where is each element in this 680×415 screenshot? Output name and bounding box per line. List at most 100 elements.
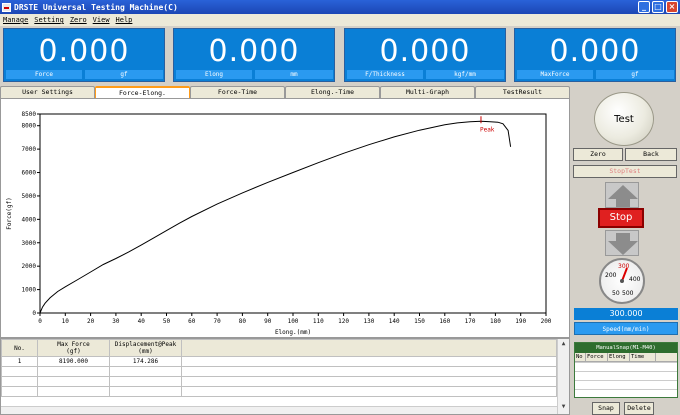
x-tick-label: 90: [264, 318, 272, 325]
table-row[interactable]: 1 8190.000 174.286: [1, 356, 557, 367]
elong-readout: 0.000 Elong mm: [173, 28, 335, 82]
y-tick-label: 7000: [22, 146, 37, 153]
maxforce-value: 0.000: [549, 34, 641, 69]
peak-label: Peak: [480, 126, 495, 133]
y-tick-label: 8500: [22, 111, 37, 118]
y-tick-label: 5000: [22, 193, 37, 200]
vertical-scrollbar[interactable]: ▲ ▼: [557, 339, 569, 414]
manual-snap-panel: ManualSnap(M1-M40) No Force Elong Time: [574, 342, 678, 398]
maxforce-label: MaxForce: [517, 70, 593, 79]
snap-list[interactable]: [575, 362, 677, 397]
stoptest-button[interactable]: StopTest: [573, 165, 677, 178]
x-axis-label: Elong.(mm): [275, 329, 311, 336]
snap-title: ManualSnap(M1-M40): [575, 343, 677, 353]
delete-button[interactable]: Delete: [624, 402, 654, 415]
menu-setting[interactable]: Setting: [34, 16, 64, 24]
x-tick-label: 160: [439, 318, 450, 325]
close-button[interactable]: ×: [666, 1, 678, 13]
window-title: DRSTE Universal Testing Machine(C): [14, 2, 178, 12]
x-tick-label: 150: [414, 318, 425, 325]
scroll-down-icon[interactable]: ▼: [558, 402, 569, 412]
speed-gauge[interactable]: 200 300 400 50 500: [599, 258, 645, 304]
y-axis-label: Force(gf): [6, 197, 13, 230]
thickness-readout: 0.000 F/Thickness kgf/mm: [344, 28, 506, 82]
back-button[interactable]: Back: [625, 148, 677, 161]
thickness-unit: kgf/mm: [426, 70, 504, 79]
y-tick-label: 3000: [22, 240, 37, 247]
x-tick-label: 110: [313, 318, 324, 325]
title-bar: DRSTE Universal Testing Machine(C) _ □ ×: [0, 0, 680, 14]
arrow-down-icon: [608, 233, 638, 255]
horizontal-scrollbar[interactable]: [1, 406, 557, 414]
tab-elong-time[interactable]: Elong.-Time: [285, 86, 380, 98]
thickness-label: F/Thickness: [347, 70, 423, 79]
control-panel: Test Zero Back StopTest Stop 200 300 400…: [572, 86, 680, 415]
speed-value[interactable]: 300.000: [574, 308, 678, 320]
col-header-displacement: Displacement@Peak (mm): [109, 339, 182, 357]
x-tick-label: 10: [62, 318, 70, 325]
maximize-button[interactable]: □: [652, 1, 664, 13]
snap-header: No Force Elong Time: [575, 353, 677, 362]
tab-force-elong[interactable]: Force-Elong.: [95, 86, 190, 98]
elong-value: 0.000: [208, 34, 300, 69]
y-tick-label: 0: [32, 310, 36, 317]
col-header-no: No.: [1, 339, 38, 357]
force-unit: gf: [85, 70, 163, 79]
app-icon: [2, 2, 11, 12]
plot-frame: [39, 113, 547, 314]
x-tick-label: 70: [213, 318, 221, 325]
force-label: Force: [6, 70, 82, 79]
force-readout: 0.000 Force gf: [3, 28, 165, 82]
gauge-needle-icon: [620, 267, 628, 283]
x-tick-label: 140: [389, 318, 400, 325]
menu-view[interactable]: View: [93, 16, 110, 24]
elong-unit: mm: [255, 70, 333, 79]
tab-user-settings[interactable]: User Settings: [0, 86, 95, 98]
x-tick-label: 0: [38, 318, 42, 325]
x-tick-label: 170: [465, 318, 476, 325]
menu-bar: Manage Setting Zero View Help: [0, 14, 680, 26]
x-tick-label: 120: [338, 318, 349, 325]
x-tick-label: 190: [515, 318, 526, 325]
scroll-up-icon[interactable]: ▲: [558, 339, 569, 349]
arrow-up-icon: [608, 185, 638, 207]
force-value: 0.000: [38, 34, 130, 69]
stop-button[interactable]: Stop: [598, 208, 644, 228]
snap-button[interactable]: Snap: [592, 402, 620, 415]
cell-displacement: 174.286: [109, 356, 182, 367]
x-tick-label: 180: [490, 318, 501, 325]
x-tick-label: 50: [163, 318, 171, 325]
col-header-max-force: Max Force (gf): [37, 339, 110, 357]
y-tick-label: 2000: [22, 263, 37, 270]
force-elong-series-line: [39, 120, 512, 314]
tab-multi-graph[interactable]: Multi-Graph: [380, 86, 475, 98]
x-tick-label: 200: [541, 318, 552, 325]
minimize-button[interactable]: _: [638, 1, 650, 13]
y-tick-label: 6000: [22, 170, 37, 177]
test-button[interactable]: Test: [594, 92, 654, 146]
thickness-value: 0.000: [379, 34, 471, 69]
chart-panel: 0 1000 2000 3000 4000 5000 6000 7000 8000 8500 0 1…: [0, 98, 570, 338]
menu-help[interactable]: Help: [116, 16, 133, 24]
up-button[interactable]: [605, 182, 639, 208]
menu-zero[interactable]: Zero: [70, 16, 87, 24]
down-button[interactable]: [605, 230, 639, 256]
force-elong-chart: 0 1000 2000 3000 4000 5000 6000 7000 8000 8500 0 1…: [6, 111, 552, 336]
elong-label: Elong: [176, 70, 252, 79]
cell-no: 1: [1, 356, 38, 367]
tab-force-time[interactable]: Force-Time: [190, 86, 285, 98]
y-tick-label: 4000: [22, 216, 37, 223]
zero-button[interactable]: Zero: [573, 148, 623, 161]
x-tick-label: 30: [112, 318, 120, 325]
x-tick-label: 60: [188, 318, 196, 325]
maxforce-unit: gf: [596, 70, 674, 79]
x-tick-label: 20: [87, 318, 95, 325]
y-tick-label: 8000: [22, 123, 37, 130]
tab-strip: User Settings Force-Elong. Force-Time El…: [0, 86, 570, 98]
menu-manage[interactable]: Manage: [3, 16, 28, 24]
maxforce-readout: 0.000 MaxForce gf: [514, 28, 676, 82]
tab-test-result[interactable]: TestResult: [475, 86, 570, 98]
x-tick-label: 80: [239, 318, 247, 325]
y-tick-label: 1000: [22, 287, 37, 294]
results-grid: No. Max Force (gf) Displacement@Peak (mm) …: [0, 338, 570, 415]
